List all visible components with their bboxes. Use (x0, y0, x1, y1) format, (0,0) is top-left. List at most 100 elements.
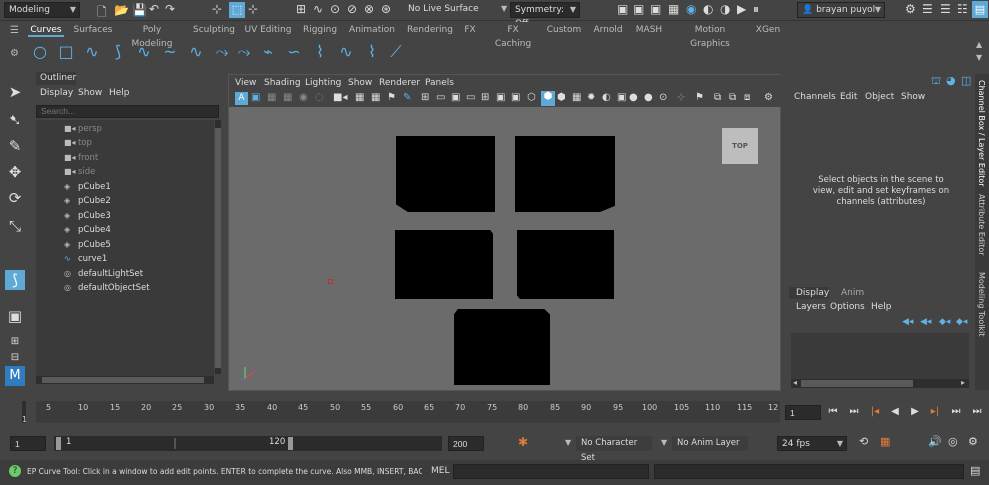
tab-rendering[interactable]: Rendering (406, 23, 454, 37)
script-editor-icon[interactable]: ▤ (970, 464, 980, 477)
outliner-item[interactable]: ■◂ persp (36, 122, 214, 136)
step-back-frame-icon[interactable]: |◂ (868, 405, 882, 419)
undo-icon[interactable]: ↶ (149, 2, 159, 16)
layout-single-icon[interactable]: ▣ (5, 306, 25, 326)
attach-curves-icon[interactable]: ⤳ (212, 42, 232, 62)
scroll-thumb[interactable] (801, 380, 913, 387)
outliner-menu-help[interactable]: Help (109, 88, 130, 98)
layout-two-icon[interactable]: ⊟ (5, 348, 25, 368)
tab-fx-caching[interactable]: FX Caching (488, 23, 538, 49)
pCube3-mesh[interactable] (395, 230, 493, 299)
character-set-menu[interactable]: No Character Set (576, 436, 652, 463)
redo-icon[interactable]: ↷ (165, 2, 175, 16)
wireframe-icon[interactable]: ✎ (403, 92, 411, 103)
snap-view-icon[interactable]: ⊘ (347, 2, 357, 16)
outliner-hscrollbar[interactable] (36, 376, 214, 384)
new-scene-icon[interactable]: 🗋 (97, 3, 107, 24)
outliner-menu-show[interactable]: Show (78, 88, 102, 98)
safe-action-icon[interactable]: ▣ (496, 92, 505, 103)
ao-icon[interactable]: ▣ (617, 92, 626, 103)
sound-icon[interactable]: 🔊 (928, 435, 942, 448)
field-chart-icon[interactable]: ⊞ (481, 92, 489, 103)
viewport-scene[interactable]: TOP (229, 107, 780, 390)
end-frame-field[interactable] (448, 436, 484, 451)
tab-sculpting[interactable]: Sculpting (190, 23, 238, 37)
range-slider-track[interactable]: 1 120 (54, 436, 442, 451)
side-tab-attribute-editor[interactable]: Attribute Editor (977, 194, 986, 256)
channel-menu-edit[interactable]: Edit (840, 92, 857, 102)
command-line-input[interactable] (453, 464, 649, 479)
render-frame-icon[interactable]: ▣ (633, 2, 644, 16)
new-layer-icon[interactable]: ◆◂ (939, 317, 950, 327)
bookmark-icon[interactable]: ▦ (267, 92, 276, 103)
outliner-item[interactable]: ◎ defaultObjectSet (36, 281, 214, 295)
pCube1-mesh[interactable] (396, 136, 495, 212)
xray-icon[interactable]: ⚑ (387, 92, 396, 103)
outliner-search-input[interactable] (36, 105, 219, 118)
snap-surface-icon[interactable]: ⊗ (364, 2, 374, 16)
tab-arnold[interactable]: Arnold (592, 23, 624, 37)
chevron-left-icon[interactable]: ◂ (793, 378, 797, 387)
side-tab-modeling-toolkit[interactable]: Modeling Toolkit (977, 272, 986, 336)
outliner-item[interactable]: ◈ pCube1 (36, 180, 214, 194)
animation-prefs-icon[interactable]: ◎ (948, 435, 958, 448)
arnold-render-icon[interactable]: ◐ (703, 2, 713, 16)
resolution-gate-icon[interactable]: ▣ (451, 92, 460, 103)
range-end-handle[interactable] (288, 437, 293, 450)
select-component-icon[interactable]: ⊹ (248, 2, 258, 16)
layer-menu-layers[interactable]: Layers (796, 302, 826, 312)
antialias-icon[interactable]: ● (644, 92, 653, 103)
pCube4-mesh[interactable] (517, 230, 614, 299)
move-layer-up-icon[interactable]: ◀◂ (902, 317, 913, 327)
tab-xgen[interactable]: XGen (754, 23, 782, 37)
xray-joints-icon[interactable]: ⧉ (714, 92, 721, 103)
go-to-end-icon[interactable]: ⏭ (970, 405, 984, 419)
tab-fx[interactable]: FX (462, 23, 478, 37)
outliner-item[interactable]: ■◂ side (36, 165, 214, 179)
tab-rigging[interactable]: Rigging (302, 23, 338, 37)
xray-components-icon[interactable]: ⧉ (729, 92, 736, 103)
fps-menu[interactable]: 24 fps ▼ (777, 436, 847, 451)
pCube2-mesh[interactable] (515, 136, 615, 212)
pause-render-icon[interactable]: ⏸ (753, 2, 759, 17)
chevron-down-icon[interactable]: ▼ (501, 4, 507, 13)
snap-point-icon[interactable]: ⊙ (330, 2, 340, 16)
vp-menu-renderer[interactable]: Renderer (379, 78, 420, 88)
layer-tab-anim[interactable]: Anim (841, 287, 864, 299)
rebuild-curve-icon[interactable]: ⌇ (310, 42, 330, 62)
camera-icon[interactable]: ■◂ (333, 92, 347, 103)
tool-settings-icon[interactable]: ⛫ (931, 74, 941, 89)
tab-custom[interactable]: Custom (546, 23, 582, 37)
tab-animation[interactable]: Animation (348, 23, 396, 37)
vp-menu-show[interactable]: Show (348, 78, 372, 88)
tab-curves[interactable]: Curves (28, 23, 64, 37)
isolate-select-icon[interactable]: ⊹ (677, 92, 685, 103)
layer-menu-help[interactable]: Help (871, 302, 892, 312)
gate-mask-icon[interactable]: ▭ (466, 92, 475, 103)
insert-knot-icon[interactable]: ⌁ (258, 42, 278, 62)
step-forward-frame-icon[interactable]: ▸| (928, 405, 942, 419)
cv-curve-icon[interactable]: ∿ (82, 42, 102, 62)
user-menu[interactable]: 👤 brayan puyol ▼ (797, 2, 885, 18)
pCube5-mesh[interactable] (454, 309, 550, 385)
shelf-settings-icon[interactable]: ⚙ (10, 48, 19, 59)
two-d-pan-icon[interactable]: ◌ (315, 92, 324, 103)
lock-camera-icon[interactable]: ▦ (355, 92, 364, 103)
loop-icon[interactable]: ⟲ (859, 435, 868, 448)
grid-toggle-icon[interactable]: ⊞ (421, 92, 429, 103)
outliner-item[interactable]: ∿ curve1 (36, 252, 214, 266)
safe-title-icon[interactable]: ▣ (511, 92, 520, 103)
vp-menu-panels[interactable]: Panels (425, 78, 454, 88)
render-settings-icon[interactable]: ▦ (668, 2, 679, 16)
tab-mash[interactable]: MASH (634, 23, 664, 37)
lasso-tool-icon[interactable]: ➷ (5, 110, 25, 130)
smooth-shade-icon[interactable]: ⬢ (541, 91, 555, 106)
play-backwards-icon[interactable]: ◀ (888, 405, 902, 419)
move-tool-icon[interactable]: ✥ (5, 162, 25, 182)
time-slider-track[interactable]: 1 5 10 15 20 25 30 35 40 45 50 55 60 65 … (22, 401, 780, 424)
select-camera-icon[interactable]: A (235, 92, 248, 105)
move-layer-down-icon[interactable]: ◀◂ (920, 317, 931, 327)
layer-menu-options[interactable]: Options (830, 302, 865, 312)
new-layer-selected-icon[interactable]: ◆◂ (956, 317, 967, 327)
ipr-render-icon[interactable]: ▣ (650, 2, 661, 16)
